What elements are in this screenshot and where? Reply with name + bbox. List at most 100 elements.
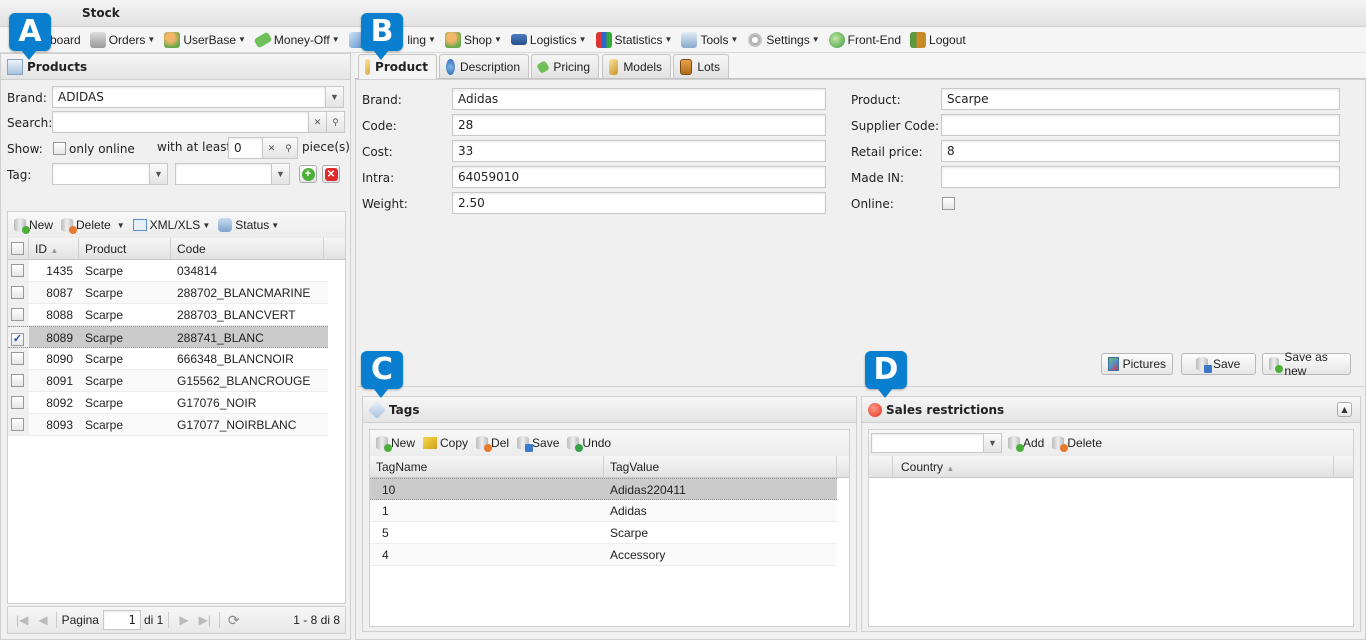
undo-tags-button[interactable]: Undo xyxy=(567,436,611,452)
row-checkbox[interactable] xyxy=(11,308,24,321)
menu-settings[interactable]: Settings ▼ xyxy=(747,31,820,48)
next-page-icon[interactable]: ▶ xyxy=(179,613,188,627)
save-tags-button[interactable]: Save xyxy=(517,436,559,452)
only-online-checkbox[interactable] xyxy=(53,142,66,155)
last-page-icon[interactable]: ▶| xyxy=(199,613,211,627)
prev-page-icon[interactable]: ◀ xyxy=(38,613,47,627)
page-number-input[interactable]: 1 xyxy=(102,610,141,630)
row-checkbox[interactable] xyxy=(11,418,24,431)
select-all-checkbox[interactable] xyxy=(11,242,24,255)
tag-name-select[interactable] xyxy=(52,163,150,185)
row-checkbox-cell[interactable] xyxy=(8,282,29,303)
menu-logistics[interactable]: Logistics ▼ xyxy=(510,33,587,47)
tab-product[interactable]: Product xyxy=(358,54,437,79)
tab-pricing[interactable]: Pricing xyxy=(531,54,599,78)
product-row[interactable]: 8093 Scarpe G17077_NOIRBLANC xyxy=(8,414,328,436)
export-xml-xls-button[interactable]: XML/XLS ▼ xyxy=(132,218,210,232)
menu-userbase[interactable]: UserBase ▼ xyxy=(164,31,246,48)
product-row[interactable]: 1435 Scarpe 034814 xyxy=(8,260,328,282)
refresh-icon[interactable]: ⟳ xyxy=(228,612,240,629)
menu-statistics[interactable]: Statistics ▼ xyxy=(595,31,672,48)
save-button[interactable]: Save xyxy=(1181,353,1256,375)
country-select[interactable] xyxy=(871,433,984,453)
product-row[interactable]: 8091 Scarpe G15562_BLANCROUGE xyxy=(8,370,328,392)
row-checkbox[interactable] xyxy=(11,396,24,409)
menu-dashboard[interactable]: board xyxy=(50,33,81,47)
field-intra-input[interactable]: 64059010 xyxy=(452,166,826,188)
row-checkbox-cell[interactable] xyxy=(8,260,29,281)
row-checkbox-cell[interactable] xyxy=(8,327,29,347)
product-row[interactable]: 8087 Scarpe 288702_BLANCMARINE xyxy=(8,282,328,304)
tag-row[interactable]: 1 Adidas xyxy=(370,500,837,522)
tab-description[interactable]: Description xyxy=(439,54,529,78)
first-page-icon[interactable]: |◀ xyxy=(16,613,28,627)
field-retail-price-input[interactable]: 8 xyxy=(941,140,1340,162)
product-row[interactable]: 8088 Scarpe 288703_BLANCVERT xyxy=(8,304,328,326)
column-header-id[interactable]: ID ▲ xyxy=(29,238,79,259)
menu-orders[interactable]: Orders ▼ xyxy=(89,31,155,48)
row-checkbox[interactable] xyxy=(11,333,24,346)
select-all-cell[interactable] xyxy=(8,238,29,259)
menu-mailing[interactable]: ling ▼ xyxy=(407,33,436,47)
field-product-input[interactable]: Scarpe xyxy=(941,88,1340,110)
min-pieces-clear-button[interactable]: ✕ xyxy=(263,137,281,159)
tag-row[interactable]: 10 Adidas220411 xyxy=(370,478,837,500)
row-checkbox-cell[interactable] xyxy=(8,370,29,391)
country-dropdown-trigger[interactable]: ▼ xyxy=(984,433,1002,453)
field-weight-input[interactable]: 2.50 xyxy=(452,192,826,214)
row-checkbox[interactable] xyxy=(11,352,24,365)
row-checkbox[interactable] xyxy=(11,286,24,299)
pictures-button[interactable]: Pictures xyxy=(1101,353,1173,375)
status-button[interactable]: Status ▼ xyxy=(218,218,279,232)
product-row[interactable]: 8092 Scarpe G17076_NOIR xyxy=(8,392,328,414)
delete-product-button[interactable]: Delete ▼ xyxy=(61,218,125,234)
field-made-in-input[interactable] xyxy=(941,166,1340,188)
tag-value-select[interactable] xyxy=(175,163,272,185)
column-header-code[interactable]: Code xyxy=(171,238,324,259)
row-checkbox[interactable] xyxy=(11,264,24,277)
copy-tag-button[interactable]: Copy xyxy=(423,436,468,450)
menu-logout[interactable]: Logout xyxy=(910,31,966,48)
column-header-country[interactable]: Country ▲ xyxy=(893,456,1334,477)
column-header-tagvalue[interactable]: TagValue xyxy=(604,456,837,477)
search-clear-button[interactable]: ✕ xyxy=(309,111,327,133)
min-pieces-search-button[interactable]: ⚲ xyxy=(280,137,298,159)
menu-front-end[interactable]: Front-End xyxy=(828,31,901,48)
new-tag-button[interactable]: New xyxy=(376,436,415,452)
row-checkbox-cell[interactable] xyxy=(8,414,29,435)
brand-dropdown-trigger[interactable]: ▼ xyxy=(326,86,344,108)
row-checkbox-cell[interactable] xyxy=(8,348,29,369)
row-checkbox[interactable] xyxy=(11,374,24,387)
menu-shop[interactable]: Shop ▼ xyxy=(444,31,502,48)
add-restriction-button[interactable]: Add xyxy=(1008,436,1044,452)
tab-models[interactable]: Models xyxy=(602,54,671,78)
tag-value-dropdown-trigger[interactable]: ▼ xyxy=(272,163,290,185)
column-header-product[interactable]: Product xyxy=(79,238,171,259)
new-product-button[interactable]: New xyxy=(14,218,53,234)
field-cost-input[interactable]: 33 xyxy=(452,140,826,162)
field-brand-input[interactable]: Adidas xyxy=(452,88,826,110)
search-input[interactable] xyxy=(52,111,309,133)
online-checkbox[interactable] xyxy=(942,197,955,210)
row-checkbox-cell[interactable] xyxy=(8,392,29,413)
column-header-tagname[interactable]: TagName xyxy=(370,456,604,477)
min-pieces-input[interactable]: 0 xyxy=(228,137,263,159)
product-row[interactable]: 8089 Scarpe 288741_BLANC xyxy=(8,326,328,348)
brand-select[interactable]: ADIDAS xyxy=(52,86,326,108)
remove-tag-filter-button[interactable]: ✕ xyxy=(322,165,340,183)
menu-money-off[interactable]: Money-Off ▼ xyxy=(253,31,340,48)
search-button[interactable]: ⚲ xyxy=(327,111,345,133)
save-as-new-button[interactable]: Save as new xyxy=(1262,350,1351,378)
collapse-panel-button[interactable]: ▲ xyxy=(1337,402,1352,417)
add-tag-filter-button[interactable]: + xyxy=(299,165,317,183)
field-supplier-code-input[interactable] xyxy=(941,114,1340,136)
tab-lots[interactable]: Lots xyxy=(673,54,729,78)
row-checkbox-cell[interactable] xyxy=(8,304,29,325)
tag-row[interactable]: 4 Accessory xyxy=(370,544,837,566)
delete-tag-button[interactable]: Del xyxy=(476,436,509,452)
product-row[interactable]: 8090 Scarpe 666348_BLANCNOIR xyxy=(8,348,328,370)
delete-restriction-button[interactable]: Delete xyxy=(1052,436,1102,452)
tag-name-dropdown-trigger[interactable]: ▼ xyxy=(150,163,168,185)
field-code-input[interactable]: 28 xyxy=(452,114,826,136)
tag-row[interactable]: 5 Scarpe xyxy=(370,522,837,544)
